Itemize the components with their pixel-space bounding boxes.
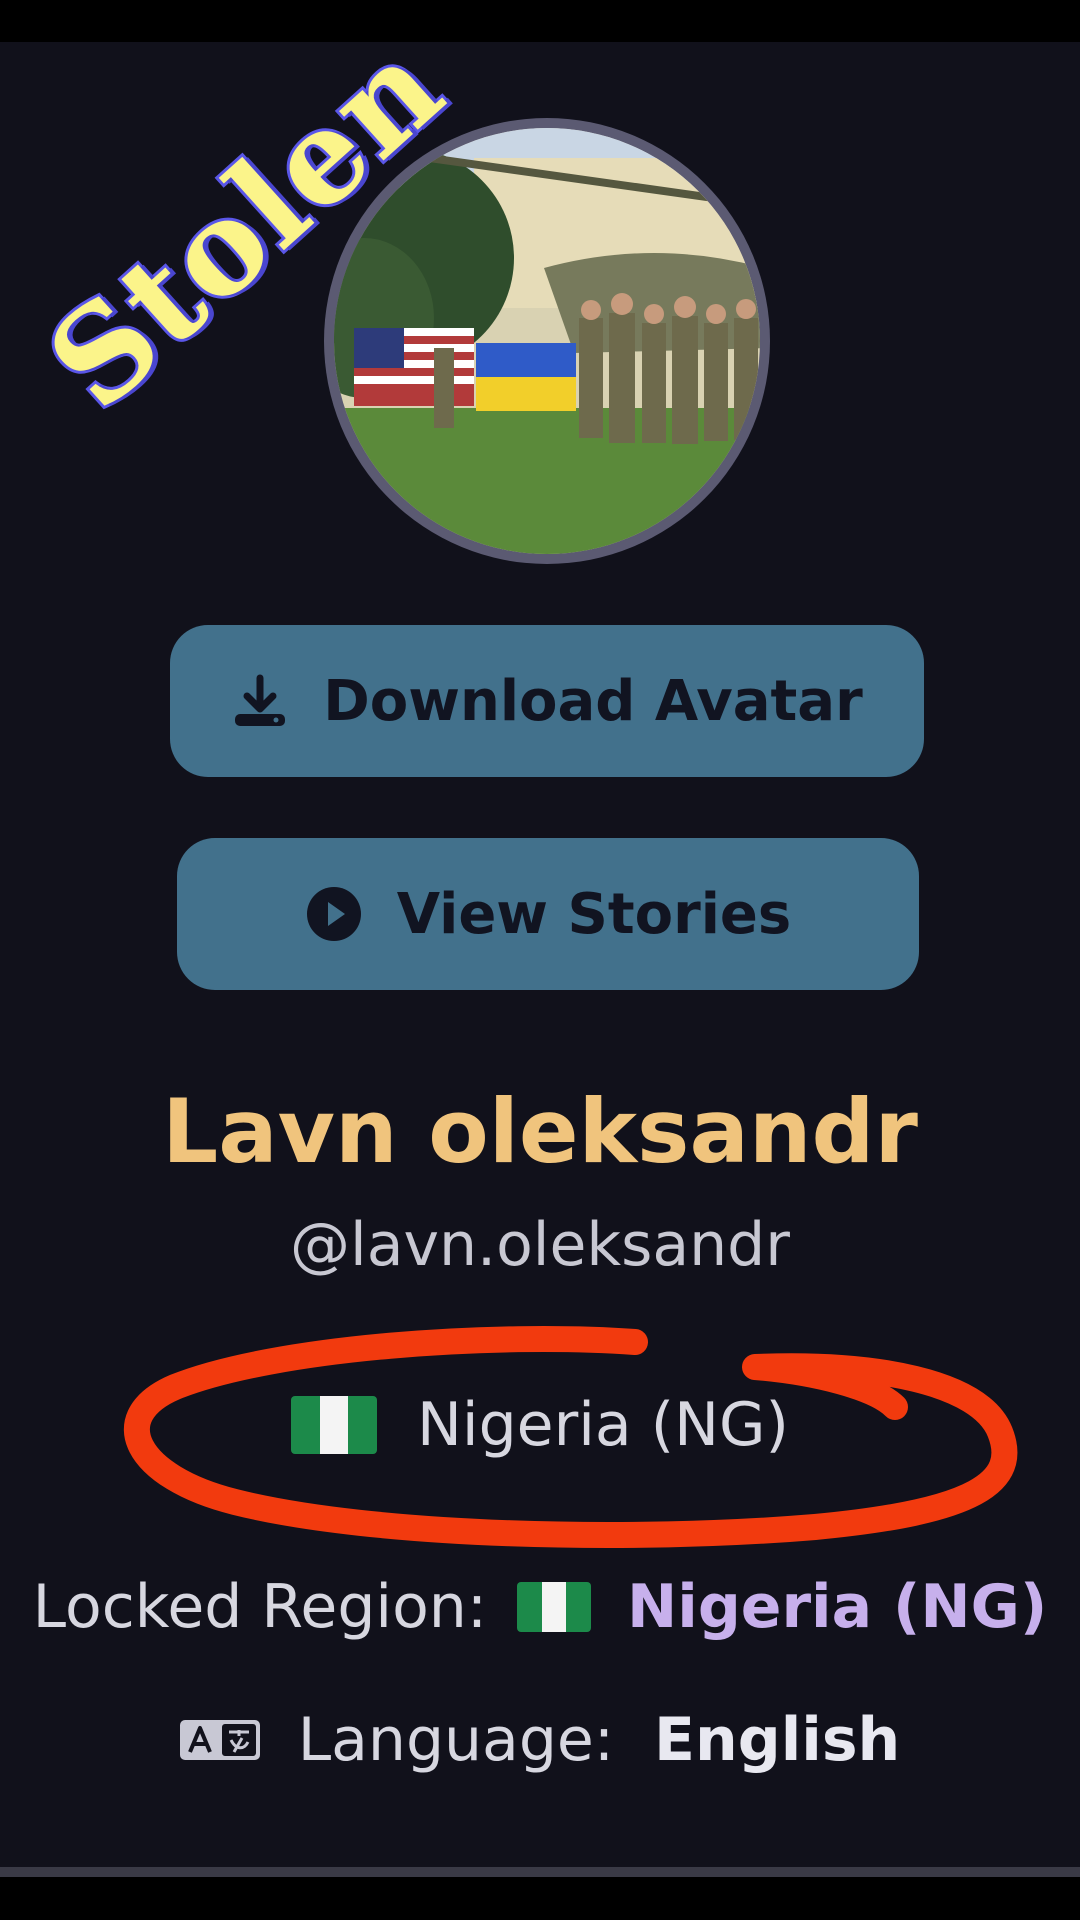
download-icon: [231, 672, 289, 730]
locked-region-label: Locked Region:: [32, 1572, 488, 1642]
locked-region-row: Locked Region: Nigeria (NG): [0, 1572, 1080, 1642]
translate-icon: [179, 1716, 260, 1764]
download-avatar-label: Download Avatar: [323, 668, 863, 734]
download-avatar-button[interactable]: Download Avatar: [170, 625, 924, 777]
view-stories-button[interactable]: View Stories: [177, 838, 919, 990]
country-row: Nigeria (NG): [0, 1390, 1080, 1460]
view-stories-label: View Stories: [396, 881, 792, 947]
language-label: Language:: [297, 1705, 615, 1775]
language-row: Language: English: [0, 1705, 1080, 1775]
nigeria-flag-icon: [517, 1582, 592, 1632]
locked-region-value: Nigeria (NG): [627, 1572, 1048, 1642]
country-label: Nigeria (NG): [417, 1390, 789, 1460]
divider: [0, 1867, 1080, 1877]
nigeria-flag-icon: [291, 1396, 378, 1454]
username: @lavn.oleksandr: [290, 1210, 790, 1280]
play-circle-icon: [305, 885, 363, 943]
display-name: Lavn oleksandr: [162, 1080, 918, 1183]
language-value: English: [654, 1705, 901, 1775]
